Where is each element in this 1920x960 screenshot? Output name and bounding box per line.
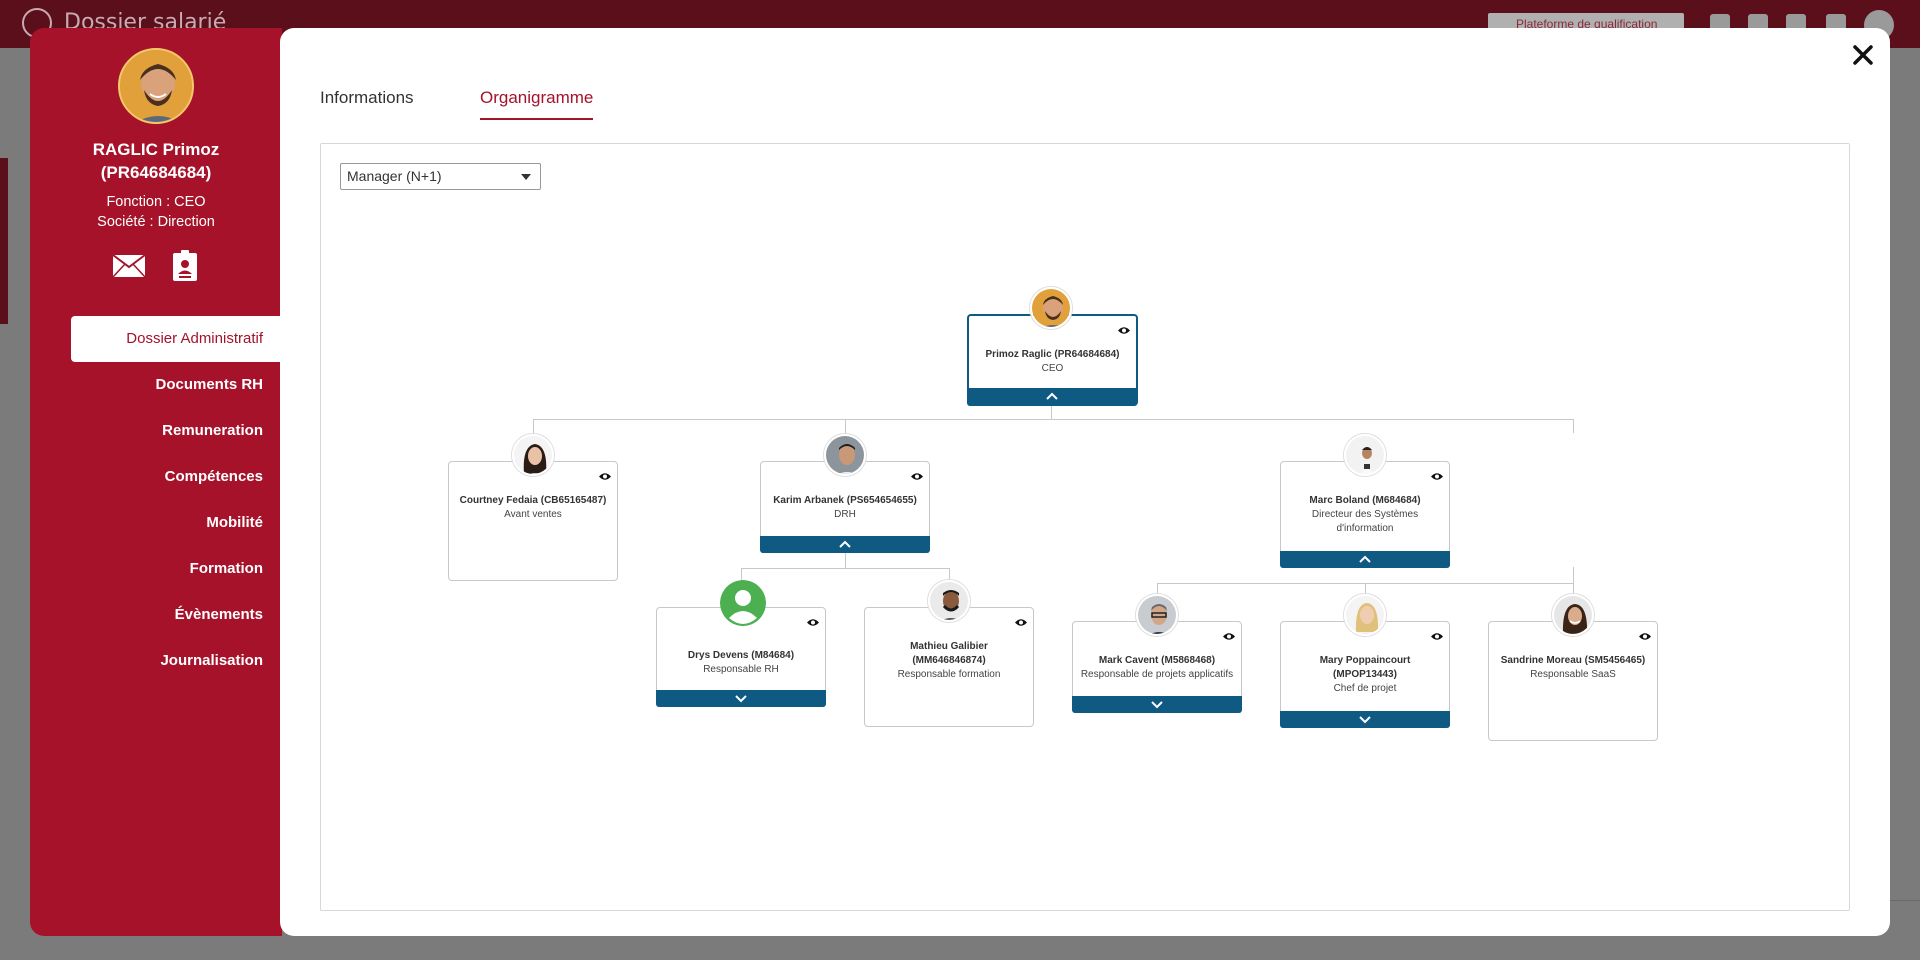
mail-icon[interactable] [112, 254, 146, 280]
eye-icon[interactable] [1118, 326, 1130, 335]
org-node-name: Courtney Fedaia (CB65165487) [459, 495, 607, 506]
relation-select[interactable]: Manager (N+1) [340, 163, 541, 190]
connector-line [845, 419, 846, 433]
org-node-role: Chef de projet [1333, 683, 1397, 694]
org-node-name: Mathieu Galibier [910, 641, 988, 652]
avatar [1344, 594, 1386, 636]
org-node-role: Avant ventes [504, 509, 562, 520]
org-node-name: Karim Arbanek (PS654654655) [773, 495, 917, 506]
org-node-role: CEO [1041, 363, 1064, 374]
badge-card-icon[interactable] [172, 250, 198, 282]
eye-icon[interactable] [807, 618, 819, 627]
org-node-role: Responsable RH [703, 664, 779, 675]
connector-line [1573, 567, 1574, 583]
connector-line [533, 419, 1573, 420]
org-node-role: Responsable SaaS [1530, 669, 1616, 680]
org-node-id: (MPOP13443) [1333, 669, 1397, 680]
org-node-id: (MM646846874) [912, 655, 986, 666]
chevron-down-icon [735, 695, 747, 703]
avatar [1552, 594, 1594, 636]
chevron-up-icon [839, 540, 851, 548]
relation-select-value: Manager (N+1) [347, 168, 442, 184]
avatar [512, 434, 554, 476]
profile-name-line: RAGLIC Primoz [92, 140, 220, 159]
org-node-role: Directeur des Systèmes [1311, 509, 1419, 520]
nav-item-journalisation[interactable]: Journalisation [71, 638, 282, 684]
eye-icon[interactable] [1223, 632, 1235, 641]
chevron-down-icon [521, 174, 531, 180]
expand-toggle[interactable] [656, 690, 826, 707]
avatar [1344, 434, 1386, 476]
eye-icon[interactable] [1431, 632, 1443, 641]
profile-name: RAGLIC Primoz (PR64684684) [30, 138, 282, 184]
collapse-toggle[interactable] [1280, 551, 1450, 568]
chevron-down-icon [1151, 701, 1163, 709]
chevron-down-icon [1359, 716, 1371, 724]
profile-photo [118, 48, 194, 124]
org-node-marc[interactable]: Marc Boland (M684684) Directeur des Syst… [1280, 461, 1450, 568]
eye-icon[interactable] [1639, 632, 1651, 641]
org-node-role: DRH [834, 509, 856, 520]
nav-item-mobilite[interactable]: Mobilité [71, 500, 282, 546]
background-sidebar-strip [0, 158, 8, 324]
org-node-role: d'information [1336, 523, 1394, 534]
nav-item-competences[interactable]: Compétences [71, 454, 282, 500]
nav-item-documents-rh[interactable]: Documents RH [71, 362, 282, 408]
close-icon[interactable] [1850, 42, 1876, 68]
avatar [928, 580, 970, 622]
org-chart-panel: Manager (N+1) Primoz Raglic (PR64684684)… [320, 143, 1850, 911]
expand-toggle[interactable] [1072, 696, 1242, 713]
profile-meta: Fonction : CEO Société : Direction [30, 192, 282, 232]
connector-line [741, 568, 949, 569]
org-node-name: Mary Poppaincourt [1319, 655, 1411, 666]
org-node-role: Responsable de projets applicatifs [1080, 669, 1234, 680]
profile-sidebar: RAGLIC Primoz (PR64684684) Fonction : CE… [30, 28, 282, 936]
eye-icon[interactable] [599, 472, 611, 481]
profile-societe: Société : Direction [97, 214, 215, 230]
nav-item-evenements[interactable]: Évènements [71, 592, 282, 638]
org-node-name: Sandrine Moreau (SM5456465) [1500, 655, 1646, 666]
org-node-mathieu[interactable]: Mathieu Galibier (MM646846874) Responsab… [864, 607, 1034, 727]
org-node-name: Drys Devens (M84684) [687, 650, 795, 661]
eye-icon[interactable] [911, 472, 923, 481]
profile-actions [112, 250, 212, 284]
default-user-icon [720, 580, 766, 626]
nav-item-remuneration[interactable]: Remuneration [71, 408, 282, 454]
eye-icon[interactable] [1431, 472, 1443, 481]
chevron-up-icon [1046, 392, 1058, 400]
chevron-up-icon [1359, 555, 1371, 563]
org-node-name: Primoz Raglic (PR64684684) [985, 349, 1120, 360]
connector-line [533, 419, 534, 433]
eye-icon[interactable] [1015, 618, 1027, 627]
profile-fonction: Fonction : CEO [106, 194, 206, 210]
org-node-name: Mark Cavent (M5868468) [1098, 655, 1216, 666]
avatar [824, 434, 866, 476]
avatar [1136, 594, 1178, 636]
org-node-sandrine[interactable]: Sandrine Moreau (SM5456465) Responsable … [1488, 621, 1658, 741]
connector-line [1573, 419, 1574, 433]
org-node-mary[interactable]: Mary Poppaincourt (MPOP13443) Chef de pr… [1280, 621, 1450, 728]
collapse-toggle[interactable] [760, 536, 930, 553]
avatar [1030, 287, 1072, 329]
org-node-name: Marc Boland (M684684) [1309, 495, 1421, 506]
expand-toggle[interactable] [1280, 711, 1450, 728]
modal-content: Informations Organigramme Manager (N+1) … [280, 28, 1890, 936]
org-node-role: Responsable formation [897, 669, 1001, 680]
collapse-toggle[interactable] [967, 388, 1137, 406]
profile-id-line: (PR64684684) [100, 163, 212, 182]
tab-organigramme[interactable]: Organigramme [480, 88, 594, 120]
connector-line [845, 552, 846, 568]
profile-nav: Dossier Administratif Documents RH Remun… [71, 316, 282, 684]
nav-item-dossier-administratif[interactable]: Dossier Administratif [71, 316, 282, 362]
tab-informations[interactable]: Informations [320, 88, 414, 118]
nav-item-formation[interactable]: Formation [71, 546, 282, 592]
org-node-courtney[interactable]: Courtney Fedaia (CB65165487) Avant vente… [448, 461, 618, 581]
